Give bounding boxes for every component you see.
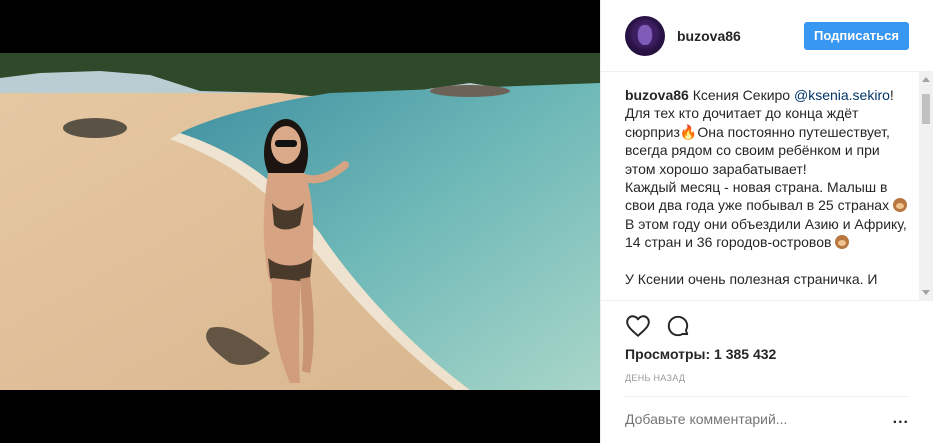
beach-scene-image	[0, 53, 600, 390]
post-header: buzova86 Подписаться	[601, 0, 933, 72]
mention-link[interactable]: @ksenia.sekiro	[794, 87, 890, 103]
monkey-emoji-icon	[892, 198, 907, 213]
caption-author-link[interactable]: buzova86	[625, 87, 689, 103]
avatar[interactable]	[625, 15, 665, 56]
post-sidebar: buzova86 Подписаться buzova86 Ксения Сек…	[600, 0, 933, 443]
monkey-emoji-icon	[835, 235, 850, 250]
caption-segment: У Ксении очень полезная страничка. И	[625, 271, 878, 288]
follow-button[interactable]: Подписаться	[803, 21, 909, 50]
post-timestamp[interactable]: ДЕНЬ НАЗАД	[625, 373, 685, 383]
caption-segment: Ксения Секиро	[688, 87, 794, 103]
scroll-up-arrow-icon[interactable]	[922, 77, 930, 82]
more-options-icon[interactable]: ...	[893, 411, 909, 427]
fire-emoji-icon: 🔥	[679, 123, 698, 140]
avatar-face	[638, 24, 652, 45]
post-modal: buzova86 Подписаться buzova86 Ксения Сек…	[0, 0, 933, 443]
heart-icon[interactable]	[625, 313, 651, 339]
caption-segment: В этом году они объездили Азию и Африку,…	[625, 215, 911, 251]
divider	[625, 396, 909, 397]
caption-text: buzova86 Ксения Секиро @ksenia.sekiro! Д…	[625, 86, 913, 288]
action-bar	[625, 313, 691, 339]
scroll-down-arrow-icon[interactable]	[922, 290, 930, 295]
divider	[601, 300, 933, 301]
post-media[interactable]	[0, 0, 600, 443]
video-frame[interactable]	[0, 53, 600, 390]
view-count: Просмотры: 1 385 432	[625, 346, 777, 362]
caption: buzova86 Ксения Секиро @ksenia.sekiro! Д…	[625, 86, 913, 298]
comment-input[interactable]	[625, 411, 875, 427]
comment-icon[interactable]	[665, 313, 691, 339]
username-link[interactable]: buzova86	[677, 28, 804, 44]
scrollbar-thumb[interactable]	[922, 94, 930, 124]
caption-scrollbar[interactable]	[919, 72, 933, 300]
